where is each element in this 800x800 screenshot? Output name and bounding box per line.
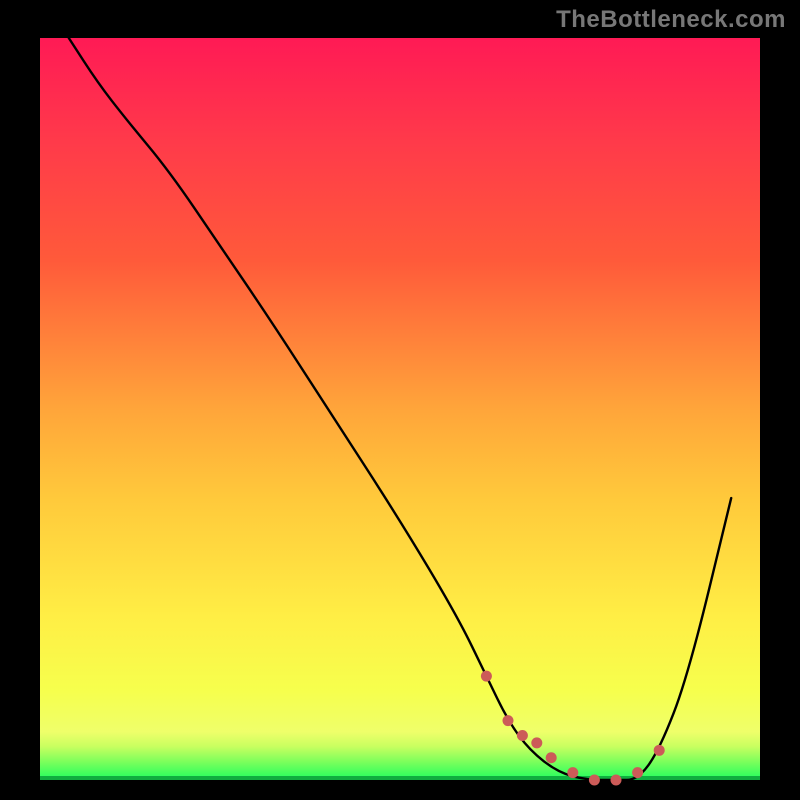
optimal-dot	[531, 737, 542, 748]
optimal-dot	[481, 671, 492, 682]
optimal-dot	[567, 767, 578, 778]
optimal-dot	[589, 775, 600, 786]
optimal-dot	[632, 767, 643, 778]
bottleneck-plot	[0, 0, 800, 800]
optimal-dot	[611, 775, 622, 786]
heat-panel	[40, 38, 760, 780]
watermark-text: TheBottleneck.com	[556, 6, 786, 34]
optimal-dot	[546, 752, 557, 763]
chart-container: { "watermark": "TheBottleneck.com", "col…	[0, 0, 800, 800]
optimal-dot	[654, 745, 665, 756]
optimal-dot	[517, 730, 528, 741]
optimal-dot	[503, 715, 514, 726]
baseline-band	[40, 776, 760, 780]
